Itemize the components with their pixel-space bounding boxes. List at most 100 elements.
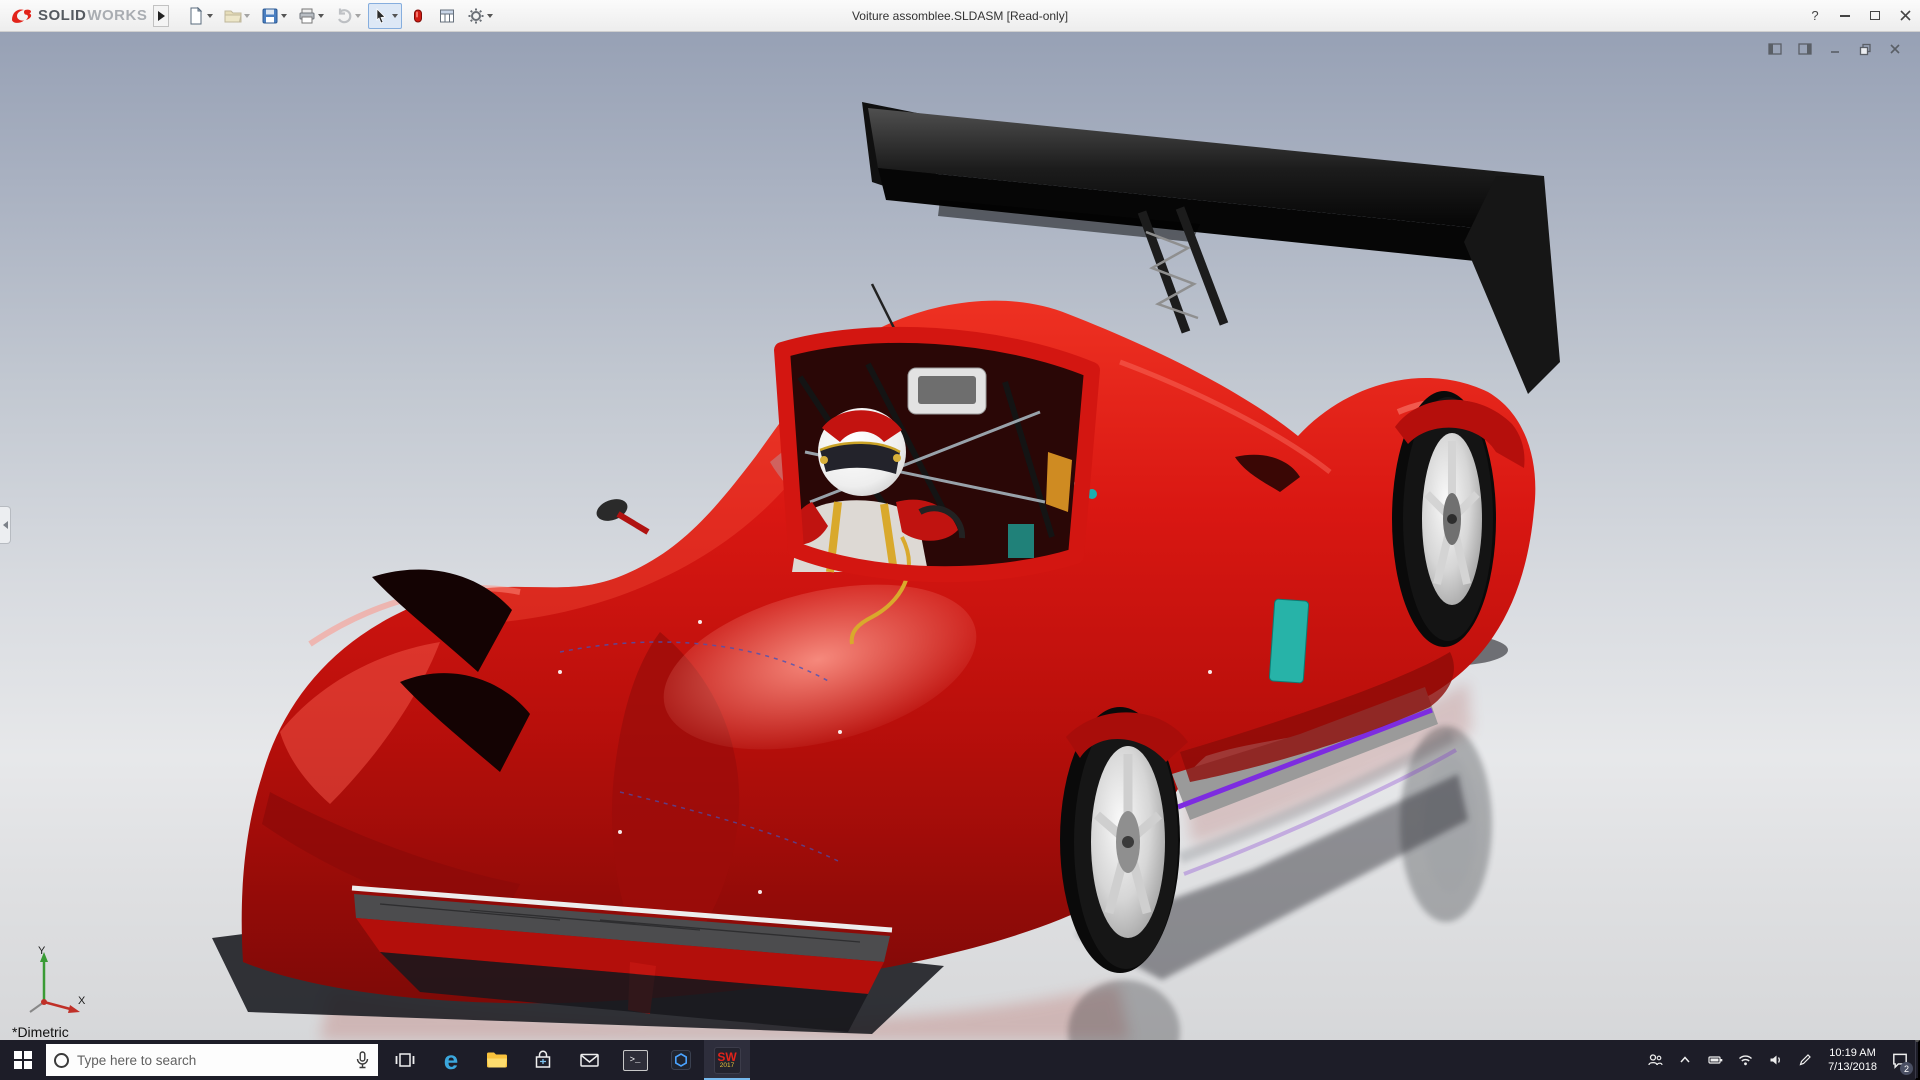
task-view-button[interactable]	[382, 1040, 428, 1080]
notification-badge: 2	[1900, 1062, 1913, 1075]
maximize-button[interactable]	[1860, 0, 1890, 31]
car-render	[212, 102, 1560, 1040]
new-document-button[interactable]	[183, 3, 217, 29]
minimize-button[interactable]	[1830, 0, 1860, 31]
dropdown-caret-icon	[244, 13, 251, 18]
options-button[interactable]	[463, 3, 497, 29]
battery-button[interactable]	[1700, 1040, 1730, 1080]
taskbar: e >_	[0, 1040, 1920, 1080]
doc-close-button[interactable]	[1884, 40, 1906, 58]
pen-icon	[1799, 1054, 1811, 1066]
clock-date: 7/13/2018	[1828, 1061, 1877, 1073]
print-icon	[299, 8, 315, 23]
print-button[interactable]	[294, 3, 328, 29]
taskbar-search[interactable]	[46, 1044, 378, 1076]
solidworks-app-icon: SW 2017	[713, 1046, 741, 1074]
document-title: Voiture assomblee.SLDASM [Read-only]	[851, 8, 1069, 23]
taskbar-mail-button[interactable]	[566, 1040, 612, 1080]
featuremanager-flyout-tab[interactable]	[0, 505, 11, 544]
taskbar-media-app-button[interactable]	[658, 1040, 704, 1080]
battery-icon	[1707, 1056, 1722, 1064]
design-table-button[interactable]	[434, 3, 460, 29]
pane-left-icon	[1768, 43, 1782, 55]
pane-right-button[interactable]	[1794, 40, 1816, 58]
minimize-icon	[1840, 14, 1850, 17]
screen: SOLID WORKS Voiture assomblee.SLDASM [Re…	[0, 0, 1920, 1080]
pane-right-icon	[1798, 43, 1812, 55]
brand-solid: SOLID	[38, 7, 87, 24]
search-input[interactable]	[77, 1052, 347, 1068]
media-app-icon	[671, 1050, 691, 1070]
people-icon	[1648, 1054, 1663, 1066]
open-folder-icon	[224, 10, 242, 22]
doc-restore-button[interactable]	[1854, 40, 1876, 58]
select-button[interactable]	[368, 2, 403, 29]
doc-minimize-button[interactable]	[1824, 40, 1846, 58]
file-explorer-icon	[487, 1052, 507, 1068]
taskbar-edge-button[interactable]: e	[428, 1040, 474, 1080]
doc-close-icon	[1890, 44, 1900, 54]
taskbar-file-explorer-button[interactable]	[474, 1040, 520, 1080]
close-button[interactable]	[1890, 0, 1920, 31]
new-document-icon	[190, 6, 203, 24]
titlebar: SOLID WORKS Voiture assomblee.SLDASM [Re…	[0, 0, 1920, 32]
task-view-icon	[395, 1053, 415, 1067]
edge-icon: e	[443, 1045, 459, 1075]
windows-logo-icon	[14, 1051, 32, 1069]
dropdown-caret-icon	[207, 13, 214, 18]
people-button[interactable]	[1640, 1040, 1670, 1080]
dropdown-caret-icon	[355, 13, 362, 18]
open-button[interactable]	[220, 3, 254, 29]
solidworks-logo-mark	[12, 8, 32, 23]
document-window-controls	[1764, 40, 1906, 58]
close-icon	[1899, 10, 1911, 21]
taskbar-store-button[interactable]	[520, 1040, 566, 1080]
toolbar-expand-arrow[interactable]	[153, 4, 170, 27]
undo-button[interactable]	[331, 3, 365, 29]
doc-restore-icon	[1859, 43, 1871, 55]
dropdown-caret-icon	[487, 13, 494, 18]
axis-x-label: X	[78, 995, 86, 1007]
dropdown-caret-icon	[318, 13, 325, 18]
help-icon: ?	[1811, 8, 1819, 23]
microphone-icon[interactable]	[355, 1051, 370, 1069]
action-center-button[interactable]: 2	[1885, 1040, 1915, 1080]
taskbar-console-button[interactable]: >_	[612, 1040, 658, 1080]
right-arrow-icon	[157, 10, 165, 21]
clock-time: 10:19 AM	[1829, 1047, 1876, 1059]
window-controls: ?	[1800, 0, 1920, 31]
clock[interactable]: 10:19 AM 7/13/2018	[1820, 1040, 1885, 1080]
taskbar-solidworks-button[interactable]: SW 2017	[704, 1040, 750, 1080]
gear-icon	[468, 8, 484, 23]
chevron-up-icon	[1680, 1056, 1690, 1063]
orientation-triad: Y X	[29, 945, 86, 1013]
show-desktop-button[interactable]	[1915, 1040, 1920, 1080]
console-icon: >_	[622, 1049, 648, 1071]
pane-left-button[interactable]	[1764, 40, 1786, 58]
graphics-area[interactable]: Y X *Dimetric	[0, 32, 1920, 1040]
pen-button[interactable]	[1790, 1040, 1820, 1080]
edit-appearance-button[interactable]	[405, 3, 431, 29]
system-tray: 10:19 AM 7/13/2018 2	[1640, 1040, 1920, 1080]
mirror	[907, 367, 987, 415]
undo-icon	[338, 8, 352, 23]
main-toolbar	[183, 2, 497, 29]
start-button[interactable]	[0, 1040, 46, 1080]
doc-minimize-icon	[1831, 51, 1839, 53]
network-button[interactable]	[1730, 1040, 1760, 1080]
tray-expand-button[interactable]	[1670, 1040, 1700, 1080]
save-button[interactable]	[257, 3, 291, 29]
dropdown-caret-icon	[392, 13, 399, 18]
volume-button[interactable]	[1760, 1040, 1790, 1080]
design-table-icon	[440, 9, 455, 22]
dropdown-caret-icon	[281, 13, 288, 18]
axis-y-label: Y	[38, 945, 46, 957]
brand-works: WORKS	[87, 7, 148, 24]
mail-icon	[579, 1053, 599, 1067]
search-icon	[54, 1052, 69, 1068]
volume-icon	[1770, 1055, 1780, 1065]
help-button[interactable]: ?	[1800, 0, 1830, 31]
maximize-icon	[1870, 11, 1880, 20]
appearance-icon	[414, 9, 423, 22]
solidworks-logo: SOLID WORKS	[0, 6, 153, 26]
